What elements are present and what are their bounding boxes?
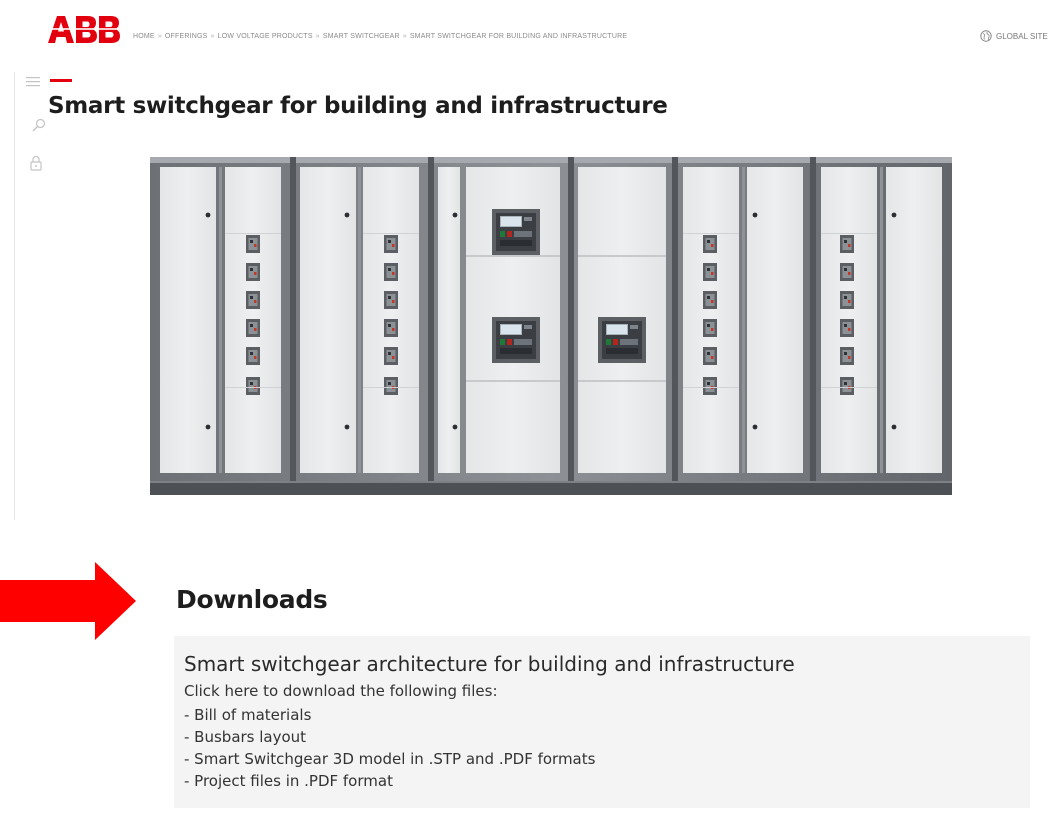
breadcrumb-smart-switchgear[interactable]: SMART SWITCHGEAR	[323, 33, 400, 40]
download-intro: Click here to download the following fil…	[184, 682, 498, 700]
breadcrumb-separator: »	[210, 33, 215, 40]
downloads-heading: Downloads	[176, 585, 328, 614]
download-card[interactable]: Smart switchgear architecture for buildi…	[174, 636, 1030, 808]
hero-switchgear-image	[150, 155, 952, 500]
download-file-list: - Bill of materials - Busbars layout - S…	[184, 704, 595, 792]
menu-icon[interactable]	[26, 74, 40, 92]
list-item: - Project files in .PDF format	[184, 772, 393, 790]
abb-logo[interactable]	[46, 14, 124, 44]
global-site-label: GLOBAL SITE	[996, 32, 1048, 42]
breadcrumb-low-voltage-products[interactable]: LOW VOLTAGE PRODUCTS	[218, 33, 313, 40]
left-rail-divider	[14, 72, 15, 520]
breadcrumb-current-page[interactable]: SMART SWITCHGEAR FOR BUILDING AND INFRAS…	[410, 33, 627, 40]
breadcrumb: HOME» OFFERINGS» LOW VOLTAGE PRODUCTS» SMAR…	[133, 33, 627, 40]
list-item: - Bill of materials	[184, 706, 312, 724]
title-accent-bar	[50, 79, 72, 82]
list-item: - Busbars layout	[184, 728, 307, 746]
list-item: - Smart Switchgear 3D model in .STP and …	[184, 750, 596, 768]
breadcrumb-offerings[interactable]: OFFERINGS	[165, 33, 208, 40]
search-icon[interactable]	[32, 118, 46, 137]
global-site-link[interactable]: GLOBAL SITE	[980, 30, 1048, 44]
download-title[interactable]: Smart switchgear architecture for buildi…	[184, 652, 795, 676]
page-title: Smart switchgear for building and infras…	[48, 93, 668, 119]
breadcrumb-separator: »	[315, 33, 320, 40]
breadcrumb-separator: »	[157, 33, 162, 40]
red-arrow-annotation	[0, 562, 140, 645]
breadcrumb-separator: »	[402, 33, 407, 40]
lock-icon[interactable]	[30, 155, 42, 176]
globe-icon	[980, 30, 992, 44]
site-header: HOME» OFFERINGS» LOW VOLTAGE PRODUCTS» SMAR…	[0, 0, 1063, 60]
breadcrumb-home[interactable]: HOME	[133, 33, 155, 40]
